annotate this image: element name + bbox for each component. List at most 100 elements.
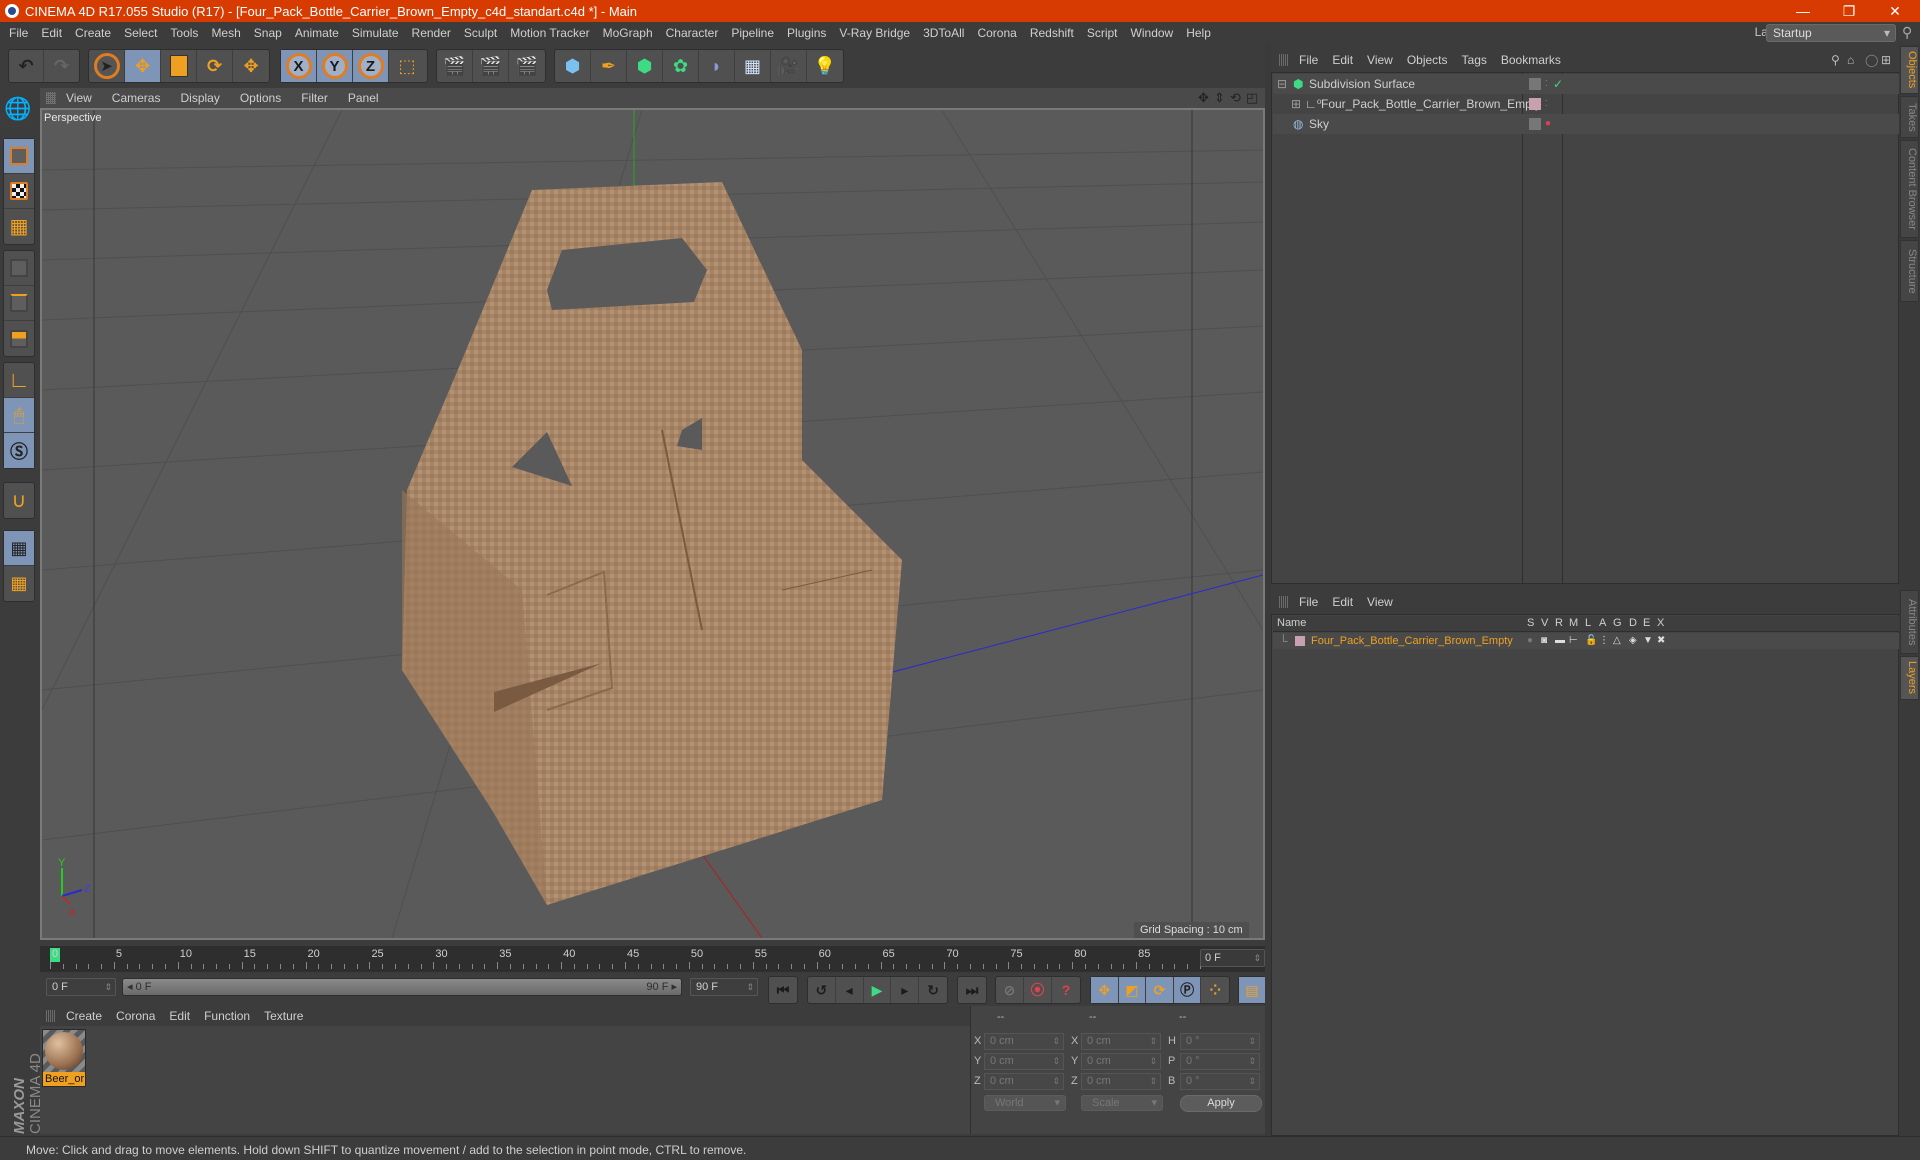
layer-color-swatch[interactable] xyxy=(1295,636,1305,646)
viewport-menu-view[interactable]: View xyxy=(66,91,92,105)
go-to-start-icon[interactable]: ⏮ xyxy=(769,977,797,1003)
col-solo[interactable]: S xyxy=(1527,617,1534,629)
material-swatch[interactable]: Beer_or xyxy=(42,1029,86,1087)
rot-b-field[interactable]: 0 ° ⇕ xyxy=(1180,1073,1260,1090)
viewport-menu-filter[interactable]: Filter xyxy=(301,91,328,105)
prev-frame-icon[interactable]: ◂ xyxy=(836,977,864,1003)
menu-mograph[interactable]: MoGraph xyxy=(603,26,653,40)
select-arrow-icon[interactable]: ➤ xyxy=(89,50,125,82)
render-icon[interactable]: ▬ xyxy=(1555,633,1565,649)
menu-mesh[interactable]: Mesh xyxy=(211,26,240,40)
layers-menu-file[interactable]: File xyxy=(1299,595,1318,609)
move-last-icon[interactable]: ✥ xyxy=(233,50,269,82)
record-help-icon[interactable]: ? xyxy=(1052,977,1080,1003)
objects-menu-bookmarks[interactable]: Bookmarks xyxy=(1501,53,1561,67)
menu-simulate[interactable]: Simulate xyxy=(352,26,399,40)
maximize-view-icon[interactable]: ◰ xyxy=(1246,90,1258,106)
pos-x-field[interactable]: 0 cm ⇕ xyxy=(984,1033,1064,1050)
expand-icon[interactable]: ⊞ xyxy=(1291,94,1301,114)
home-icon[interactable]: ⌂ xyxy=(1847,53,1854,67)
viewport-menu-options[interactable]: Options xyxy=(240,91,281,105)
undo-icon[interactable]: ↶ xyxy=(9,50,45,82)
menu-redshift[interactable]: Redshift xyxy=(1030,26,1074,40)
workplane-rotate-icon[interactable]: ▦ xyxy=(4,566,34,601)
manager-icon[interactable]: ⊢ xyxy=(1569,633,1578,649)
move-icon[interactable]: ✥ xyxy=(125,50,161,82)
menu-motion-tracker[interactable]: Motion Tracker xyxy=(510,26,589,40)
render-visibility-icon[interactable]: ⁚ xyxy=(1545,94,1548,114)
transform-mode-select[interactable]: Scale xyxy=(1081,1095,1163,1111)
tab-content-browser[interactable]: Content Browser xyxy=(1900,140,1919,238)
menu-plugins[interactable]: Plugins xyxy=(787,26,826,40)
x-axis-lock-icon[interactable]: X xyxy=(281,50,317,82)
mograph-cloner-icon[interactable]: ✿ xyxy=(663,50,699,82)
menu-window[interactable]: Window xyxy=(1131,26,1174,40)
deformer-icon[interactable]: ◗ xyxy=(699,50,735,82)
col-generators[interactable]: G xyxy=(1613,617,1622,629)
menu-character[interactable]: Character xyxy=(666,26,719,40)
col-animation[interactable]: A xyxy=(1599,617,1606,629)
model-mode-icon[interactable] xyxy=(4,139,34,174)
layout-select[interactable]: Startup xyxy=(1766,24,1896,42)
next-frame-icon[interactable]: ▸ xyxy=(891,977,920,1003)
col-manager[interactable]: M xyxy=(1569,617,1578,629)
menu-create[interactable]: Create xyxy=(75,26,111,40)
editor-visibility-icon[interactable] xyxy=(1529,78,1541,90)
lock-icon[interactable]: 🔓 xyxy=(1585,633,1597,649)
panel-grip-icon[interactable] xyxy=(1279,54,1289,66)
key-rotation-icon[interactable]: ⟳ xyxy=(1146,977,1174,1003)
solo-icon[interactable]: ● xyxy=(1527,633,1533,649)
key-position-icon[interactable]: ✥ xyxy=(1091,977,1119,1003)
pos-y-field[interactable]: 0 cm ⇕ xyxy=(984,1053,1064,1070)
lock-workplane-icon[interactable]: ▦ xyxy=(4,531,34,566)
enabled-check-icon[interactable]: ✓ xyxy=(1553,74,1563,94)
expression-icon[interactable]: ▼ xyxy=(1643,633,1653,649)
render-picture-viewer-icon[interactable]: 🎬 xyxy=(473,50,509,82)
render-settings-icon[interactable]: 🎬 xyxy=(509,50,545,82)
collapse-icon[interactable]: ⊟ xyxy=(1277,74,1287,94)
size-x-field[interactable]: 0 cm ⇕ xyxy=(1081,1033,1161,1050)
objects-menu-objects[interactable]: Objects xyxy=(1407,53,1448,67)
search-icon[interactable]: ⚲ xyxy=(1902,24,1912,41)
menu-corona[interactable]: Corona xyxy=(977,26,1016,40)
search-icon[interactable]: ⚲ xyxy=(1831,53,1840,67)
deformer-icon[interactable]: ◈ xyxy=(1629,633,1637,649)
polygons-mode-icon[interactable] xyxy=(4,321,34,356)
new-panel-icon[interactable]: ⊞ xyxy=(1881,53,1891,67)
snap-magnet-icon[interactable]: ∪ xyxy=(4,483,34,518)
menu-edit[interactable]: Edit xyxy=(41,26,62,40)
material-menu-texture[interactable]: Texture xyxy=(264,1009,303,1023)
rot-p-field[interactable]: 0 ° ⇕ xyxy=(1180,1053,1260,1070)
layer-row[interactable]: └ Four_Pack_Bottle_Carrier_Brown_Empty ●… xyxy=(1273,633,1899,649)
play-icon[interactable]: ▶ xyxy=(864,977,892,1003)
size-z-field[interactable]: 0 cm ⇕ xyxy=(1081,1073,1161,1090)
minimize-button[interactable]: — xyxy=(1780,0,1826,22)
key-pla-icon[interactable]: ⁘ xyxy=(1201,977,1229,1003)
menu-render[interactable]: Render xyxy=(412,26,451,40)
make-editable-icon[interactable]: 🌐 xyxy=(3,92,33,127)
layers-menu-edit[interactable]: Edit xyxy=(1332,595,1353,609)
material-menu-function[interactable]: Function xyxy=(204,1009,250,1023)
current-frame-field[interactable]: 0 F ⇕ xyxy=(1200,949,1265,967)
points-mode-icon[interactable] xyxy=(4,251,34,286)
panel-grip-icon[interactable] xyxy=(46,92,56,104)
layer-color-swatch[interactable] xyxy=(1529,98,1541,110)
viewport-menu-panel[interactable]: Panel xyxy=(348,91,379,105)
end-frame-field[interactable]: 90 F ⇕ xyxy=(690,978,758,996)
key-param-icon[interactable]: Ⓟ xyxy=(1173,977,1202,1003)
generator-icon[interactable]: △ xyxy=(1613,633,1621,649)
objects-menu-edit[interactable]: Edit xyxy=(1332,53,1353,67)
col-visible[interactable]: V xyxy=(1541,617,1548,629)
prev-key-icon[interactable]: ↺ xyxy=(808,977,836,1003)
viewport-menu-cameras[interactable]: Cameras xyxy=(112,91,161,105)
restore-button[interactable]: ❐ xyxy=(1826,0,1872,22)
scale-icon[interactable] xyxy=(161,50,197,82)
col-deformers[interactable]: D xyxy=(1629,617,1637,629)
tab-objects[interactable]: Objects xyxy=(1900,46,1919,94)
menu-help[interactable]: Help xyxy=(1186,26,1211,40)
animation-icon[interactable]: ⋮ xyxy=(1599,633,1609,649)
timeline-ruler[interactable]: 051015202530354045505560657075808590 xyxy=(40,946,1265,972)
texture-mode-icon[interactable] xyxy=(4,174,34,209)
material-menu-create[interactable]: Create xyxy=(66,1009,102,1023)
range-slider[interactable]: ◂ 0 F 90 F ▸ xyxy=(122,978,682,996)
